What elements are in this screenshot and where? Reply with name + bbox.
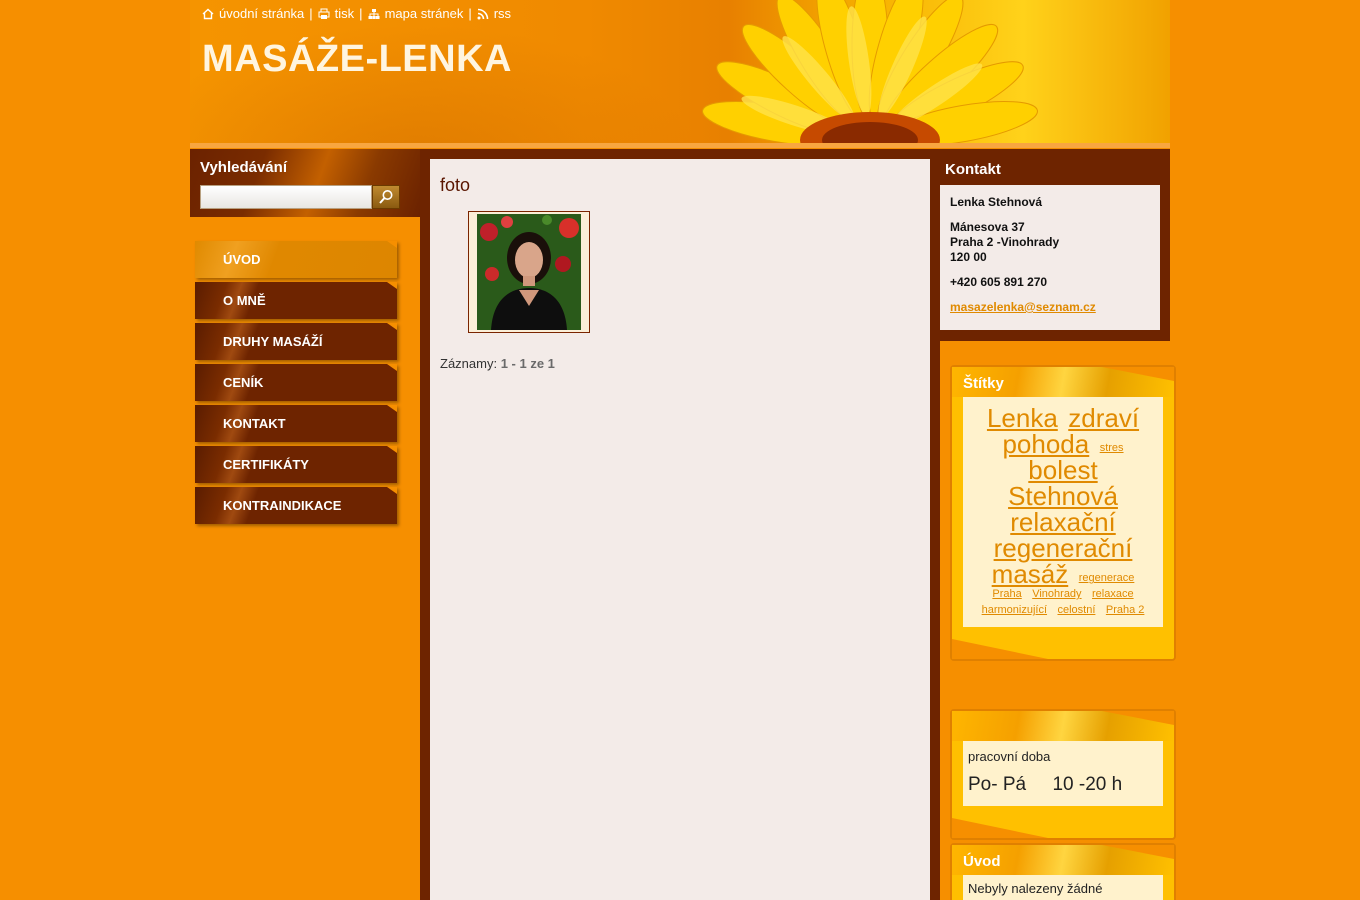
tag-link[interactable]: regenerační: [994, 535, 1133, 561]
header: úvodní stránka | tisk | mapa stránek | r…: [190, 0, 1170, 148]
hours-content: pracovní doba Po- Pá 10 -20 h: [963, 741, 1163, 806]
home-link[interactable]: úvodní stránka: [219, 6, 304, 21]
menu-item-kontakt[interactable]: KONTAKT: [195, 405, 397, 442]
search-icon: [379, 190, 393, 204]
top-navigation: úvodní stránka | tisk | mapa stránek | r…: [202, 6, 511, 21]
tags-panel-header: Štítky: [952, 367, 1174, 397]
panel-footer: [952, 627, 1174, 659]
search-box: Vyhledávání: [190, 149, 420, 217]
menu-item-cenik[interactable]: CENÍK: [195, 364, 397, 401]
sitemap-link[interactable]: mapa stránek: [385, 6, 464, 21]
uvod-panel-header: Úvod: [952, 845, 1174, 875]
tag-cloud: Lenka zdraví pohoda stres bolest Stehnov…: [963, 397, 1163, 627]
contact-email-link[interactable]: masazelenka@seznam.cz: [950, 300, 1096, 314]
contact-box: Kontakt Lenka Stehnová Mánesova 37 Praha…: [930, 149, 1170, 341]
tag-link[interactable]: harmonizující: [982, 605, 1047, 616]
uvod-text: Nebyly nalezeny žádné: [968, 881, 1103, 896]
contact-city: Praha 2 -Vinohrady: [950, 235, 1060, 249]
photo-thumbnail[interactable]: [468, 211, 590, 333]
pager-value: 1 - 1 ze 1: [500, 356, 555, 371]
separator: |: [468, 6, 472, 21]
rss-link[interactable]: rss: [494, 6, 511, 21]
pager: Záznamy: 1 - 1 ze 1: [440, 356, 920, 371]
hours-panel: pracovní doba Po- Pá 10 -20 h: [950, 709, 1176, 840]
contact-street: Mánesova 37: [950, 220, 1025, 234]
rss-icon: [477, 8, 489, 19]
header-border: [190, 143, 1170, 148]
hours-panel-header: [952, 711, 1174, 741]
search-title: Vyhledávání: [200, 159, 287, 176]
tag-link[interactable]: zdraví: [1068, 405, 1139, 431]
contact-name: Lenka Stehnová: [950, 195, 1043, 209]
main-content: foto Záznamy: 1 - 1 ze 1: [430, 159, 930, 900]
hours-label: pracovní doba: [968, 749, 1051, 764]
separator: |: [309, 6, 313, 21]
tag-link[interactable]: bolest: [1028, 457, 1097, 483]
tag-link[interactable]: masáž: [992, 561, 1069, 587]
contact-zip: 120 00: [950, 250, 987, 264]
pager-label: Záznamy:: [440, 356, 498, 371]
tag-link[interactable]: relaxační: [1010, 509, 1116, 535]
main-menu: ÚVOD O MNĚ DRUHY MASÁŽÍ CENÍK KONTAKT CE…: [195, 241, 397, 528]
tag-link[interactable]: stres: [1100, 443, 1124, 454]
uvod-title: Úvod: [963, 853, 1001, 870]
menu-item-certifikaty[interactable]: CERTIFIKÁTY: [195, 446, 397, 483]
menu-item-kontraindikace[interactable]: KONTRAINDIKACE: [195, 487, 397, 524]
search-button[interactable]: [372, 185, 400, 209]
menu-item-druhy-masazi[interactable]: DRUHY MASÁŽÍ: [195, 323, 397, 360]
contact-phone: +420 605 891 270: [950, 275, 1048, 289]
contact-address: Mánesova 37 Praha 2 -Vinohrady 120 00: [950, 220, 1150, 265]
home-icon: [202, 8, 214, 19]
hours-value: Po- Pá 10 -20 h: [968, 774, 1123, 795]
separator: |: [359, 6, 363, 21]
tag-link[interactable]: regenerace: [1079, 573, 1135, 584]
tag-link[interactable]: pohoda: [1002, 431, 1089, 457]
contact-details: Lenka Stehnová Mánesova 37 Praha 2 -Vino…: [940, 185, 1160, 330]
tag-link[interactable]: Stehnová: [1008, 483, 1118, 509]
sitemap-icon: [368, 8, 380, 19]
tag-link[interactable]: Lenka: [987, 405, 1058, 431]
portrait-image: [477, 214, 581, 330]
tag-link[interactable]: Vinohrady: [1032, 589, 1081, 600]
site-title[interactable]: MASÁŽE-LENKA: [202, 38, 512, 81]
tags-title: Štítky: [963, 375, 1004, 392]
print-link[interactable]: tisk: [335, 6, 355, 21]
tag-link[interactable]: Praha 2: [1106, 605, 1145, 616]
menu-item-uvod[interactable]: ÚVOD: [195, 241, 397, 278]
sunflower-image: [702, 0, 1038, 148]
tag-link[interactable]: Praha: [992, 589, 1021, 600]
uvod-panel: Úvod Nebyly nalezeny žádné: [950, 843, 1176, 900]
right-border: [930, 341, 940, 900]
tag-link[interactable]: celostní: [1057, 605, 1095, 616]
panel-footer: [952, 806, 1174, 838]
menu-item-o-mne[interactable]: O MNĚ: [195, 282, 397, 319]
page-title: foto: [440, 175, 471, 195]
tag-link[interactable]: relaxace: [1092, 589, 1134, 600]
contact-title: Kontakt: [945, 161, 1001, 178]
uvod-content: Nebyly nalezeny žádné: [963, 875, 1163, 900]
search-input[interactable]: [200, 185, 372, 209]
print-icon: [318, 8, 330, 19]
left-column: Vyhledávání ÚVOD O MNĚ DRUHY MASÁŽÍ CENÍ…: [190, 149, 420, 900]
tags-panel: Štítky Lenka zdraví pohoda stres bolest …: [950, 365, 1176, 661]
